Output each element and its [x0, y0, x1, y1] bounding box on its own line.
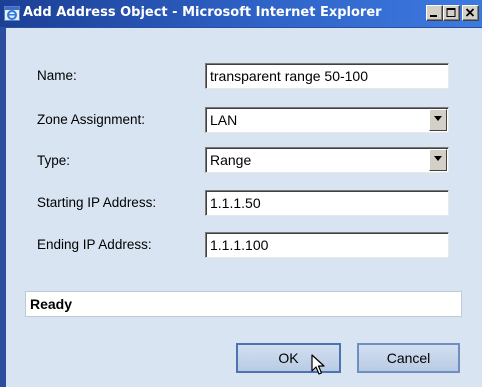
type-dropdown-button[interactable] — [429, 149, 447, 171]
end-ip-value: 1.1.1.100 — [210, 237, 269, 253]
type-select[interactable]: Range — [205, 147, 449, 173]
status-text: Ready — [30, 296, 73, 312]
ok-button[interactable]: OK — [236, 343, 341, 373]
end-ip-input[interactable]: 1.1.1.100 — [205, 232, 449, 258]
start-ip-value: 1.1.1.50 — [210, 195, 261, 211]
start-ip-label: Starting IP Address: — [37, 195, 157, 210]
zone-select[interactable]: LAN — [205, 107, 449, 133]
type-label: Type: — [37, 153, 71, 168]
title-bar[interactable]: Add Address Object - Microsoft Internet … — [0, 0, 482, 27]
window-title: Add Address Object - Microsoft Internet … — [23, 5, 382, 20]
dialog-window: Add Address Object - Microsoft Internet … — [0, 0, 482, 387]
minimize-button[interactable] — [426, 5, 443, 21]
cancel-button-label: Cancel — [386, 350, 431, 366]
ie-window-icon — [4, 6, 20, 21]
zone-label: Zone Assignment: — [37, 112, 146, 127]
start-ip-input[interactable]: 1.1.1.50 — [205, 190, 449, 216]
name-label: Name: — [37, 68, 77, 83]
close-icon — [465, 8, 475, 17]
ok-button-label: OK — [278, 350, 299, 366]
end-ip-label: Ending IP Address: — [37, 237, 152, 252]
cancel-button[interactable]: Cancel — [357, 343, 460, 373]
chevron-down-icon — [434, 116, 442, 121]
name-value: transparent range 50-100 — [210, 68, 368, 84]
dialog-body: Name: transparent range 50-100 Zone Assi… — [6, 28, 482, 387]
type-value: Range — [210, 152, 252, 168]
maximize-icon — [446, 8, 456, 17]
mouse-pointer-icon — [311, 354, 325, 381]
close-button[interactable] — [462, 5, 479, 21]
maximize-button[interactable] — [443, 5, 460, 21]
name-input[interactable]: transparent range 50-100 — [205, 63, 449, 89]
minimize-icon — [430, 15, 437, 17]
zone-dropdown-button[interactable] — [429, 109, 447, 131]
chevron-down-icon — [434, 156, 442, 161]
zone-value: LAN — [210, 112, 238, 128]
status-bar: Ready — [25, 291, 462, 317]
